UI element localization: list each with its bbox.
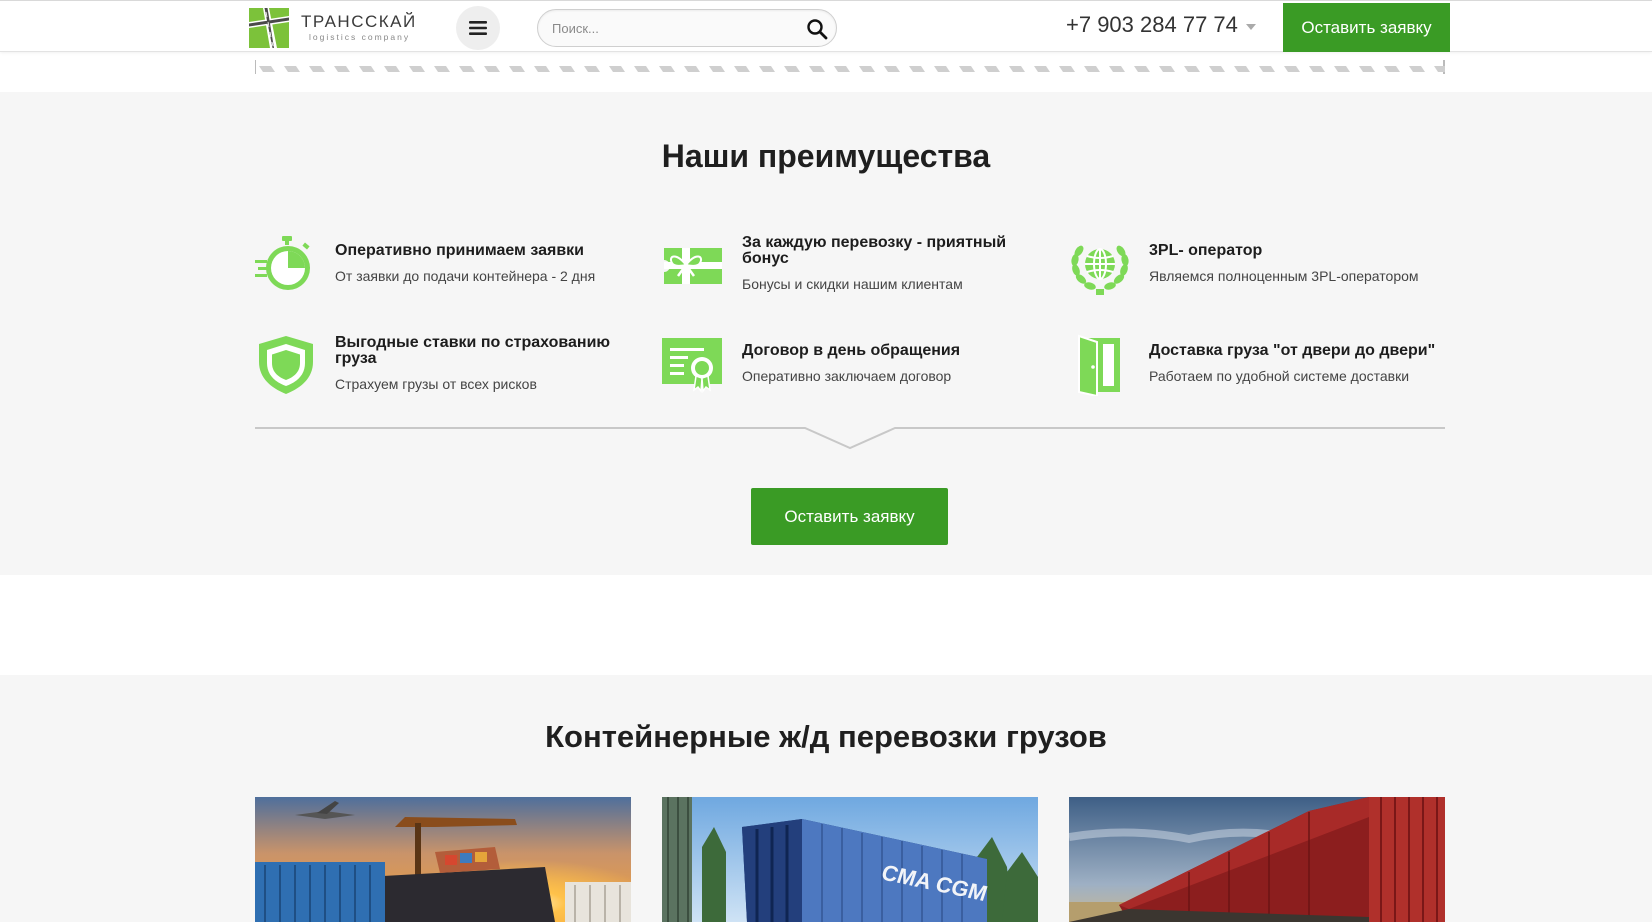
- advantage-item: Оперативно принимаем заявки От заявки до…: [255, 234, 645, 304]
- advantages-title: Наши преимущества: [661, 138, 991, 174]
- certificate-icon: [662, 338, 722, 394]
- advantage-description: Страхуем грузы от всех рисков: [335, 376, 537, 392]
- advantage-description: Оперативно заключаем договор: [742, 368, 952, 384]
- blue-container-train-image: CMA CGM: [662, 797, 1038, 922]
- container-transport-section: Контейнерные ж/д перевозки грузов CMA CG…: [0, 675, 1652, 922]
- section-divider: [255, 427, 1445, 450]
- port-ship-image: [255, 797, 631, 922]
- hamburger-icon: [469, 21, 487, 35]
- service-card-rail-container[interactable]: CMA CGM: [662, 797, 1038, 922]
- logo[interactable]: ТРАНССКАЙ logistics company: [249, 8, 434, 48]
- advantage-item: За каждую перевозку - приятный бонус Бон…: [662, 234, 1052, 304]
- logo-road-icon: [249, 8, 289, 48]
- phone-number: +7 903 284 77 74: [1066, 12, 1238, 37]
- chevron-down-icon: [1245, 24, 1256, 30]
- globe-laurel-icon: [1071, 245, 1129, 295]
- advantage-description: Бонусы и скидки нашим клиентам: [742, 276, 963, 292]
- advantage-heading: За каждую перевозку - приятный бонус: [742, 234, 1007, 267]
- advantage-item: Выгодные ставки по страхованию груза Стр…: [255, 334, 645, 404]
- advantage-item: Договор в день обращения Оперативно закл…: [662, 334, 1052, 404]
- decorative-zigzag-strip: [255, 52, 1445, 76]
- advantage-heading: Доставка груза "от двери до двери": [1149, 342, 1436, 359]
- advantage-heading: 3PL- оператор: [1149, 242, 1263, 259]
- stopwatch-icon: [255, 236, 310, 290]
- phone-dropdown[interactable]: +7 903 284 77 74: [1066, 12, 1256, 38]
- service-card-red-train[interactable]: [1069, 797, 1445, 922]
- search-box: [537, 9, 837, 47]
- advantage-heading: Договор в день обращения: [742, 342, 961, 359]
- section-title: Контейнерные ж/д перевозки грузов: [545, 719, 1107, 754]
- advantages-section: Наши преимущества Оперативно принимаем з…: [0, 92, 1652, 575]
- advantage-heading: Выгодные ставки по страхованию груза: [335, 334, 611, 367]
- advantage-description: От заявки до подачи контейнера - 2 дня: [335, 268, 596, 284]
- header-request-button[interactable]: Оставить заявку: [1283, 3, 1450, 52]
- service-card-port[interactable]: [255, 797, 631, 922]
- advantage-description: Являемся полноценным 3PL-оператором: [1149, 268, 1419, 284]
- menu-button[interactable]: [456, 6, 500, 50]
- red-container-train-image: [1069, 797, 1445, 922]
- advantage-description: Работаем по удобной системе доставки: [1149, 368, 1410, 384]
- search-input[interactable]: [552, 10, 792, 46]
- logo-subtitle: logistics company: [309, 32, 411, 42]
- advantage-item: Доставка груза "от двери до двери" Работ…: [1069, 334, 1459, 404]
- door-icon: [1078, 334, 1120, 396]
- advantage-heading: Оперативно принимаем заявки: [335, 242, 584, 259]
- advantage-item: 3PL- оператор Являемся полноценным 3PL-о…: [1069, 234, 1459, 304]
- search-icon[interactable]: [806, 18, 828, 40]
- site-header: ТРАНССКАЙ logistics company +7 903 284 7…: [0, 0, 1652, 52]
- logo-name: ТРАНССКАЙ: [301, 12, 417, 31]
- request-button[interactable]: Оставить заявку: [751, 488, 948, 545]
- gift-voucher-icon: [664, 248, 722, 284]
- shield-icon: [259, 336, 313, 394]
